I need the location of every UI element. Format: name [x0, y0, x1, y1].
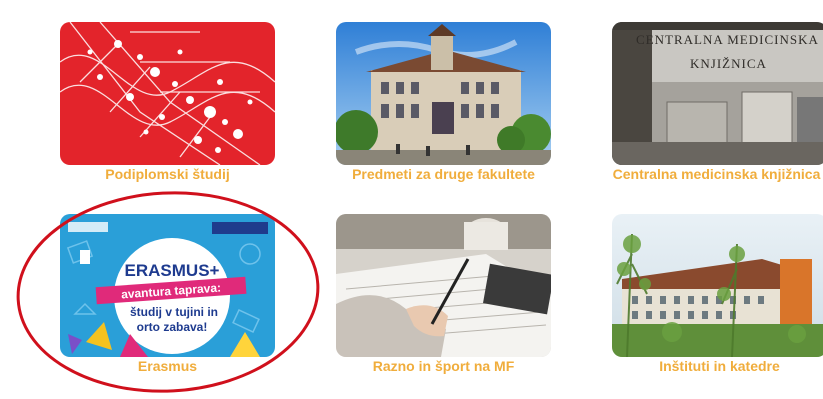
tile-predmeti-za-druge-fakultete[interactable]: Predmeti za druge fakultete — [336, 22, 551, 182]
tile-label: Inštituti in katedre — [659, 358, 780, 374]
tile-centralna-medicinska-knjiznica[interactable]: CENTRALNA MEDICINSKA KNJIŽNICA Centralna… — [612, 22, 823, 182]
library-sign-line-1: CENTRALNA MEDICINSKA — [636, 32, 819, 47]
writing-hand-image — [336, 214, 551, 357]
tile-label: Centralna medicinska knjižnica — [612, 166, 821, 182]
tile-podiplomski-studij[interactable]: Podiplomski študij — [60, 22, 275, 182]
university-building-image — [336, 22, 551, 165]
tile-razno-in-sport-na-mf[interactable]: Razno in šport na MF — [336, 214, 551, 374]
library-sign-line-2: KNJIŽNICA — [690, 56, 767, 71]
tile-label: Podiplomski študij — [105, 166, 230, 182]
dna-helix-image — [60, 22, 275, 165]
highlight-circle — [16, 191, 320, 393]
tile-instituti-in-katedre[interactable]: Inštituti in katedre — [612, 214, 823, 374]
institute-building-image — [612, 214, 823, 357]
tile-label: Razno in šport na MF — [372, 358, 515, 374]
library-entrance-image: CENTRALNA MEDICINSKA KNJIŽNICA — [612, 22, 823, 165]
tile-label: Predmeti za druge fakultete — [352, 166, 535, 182]
